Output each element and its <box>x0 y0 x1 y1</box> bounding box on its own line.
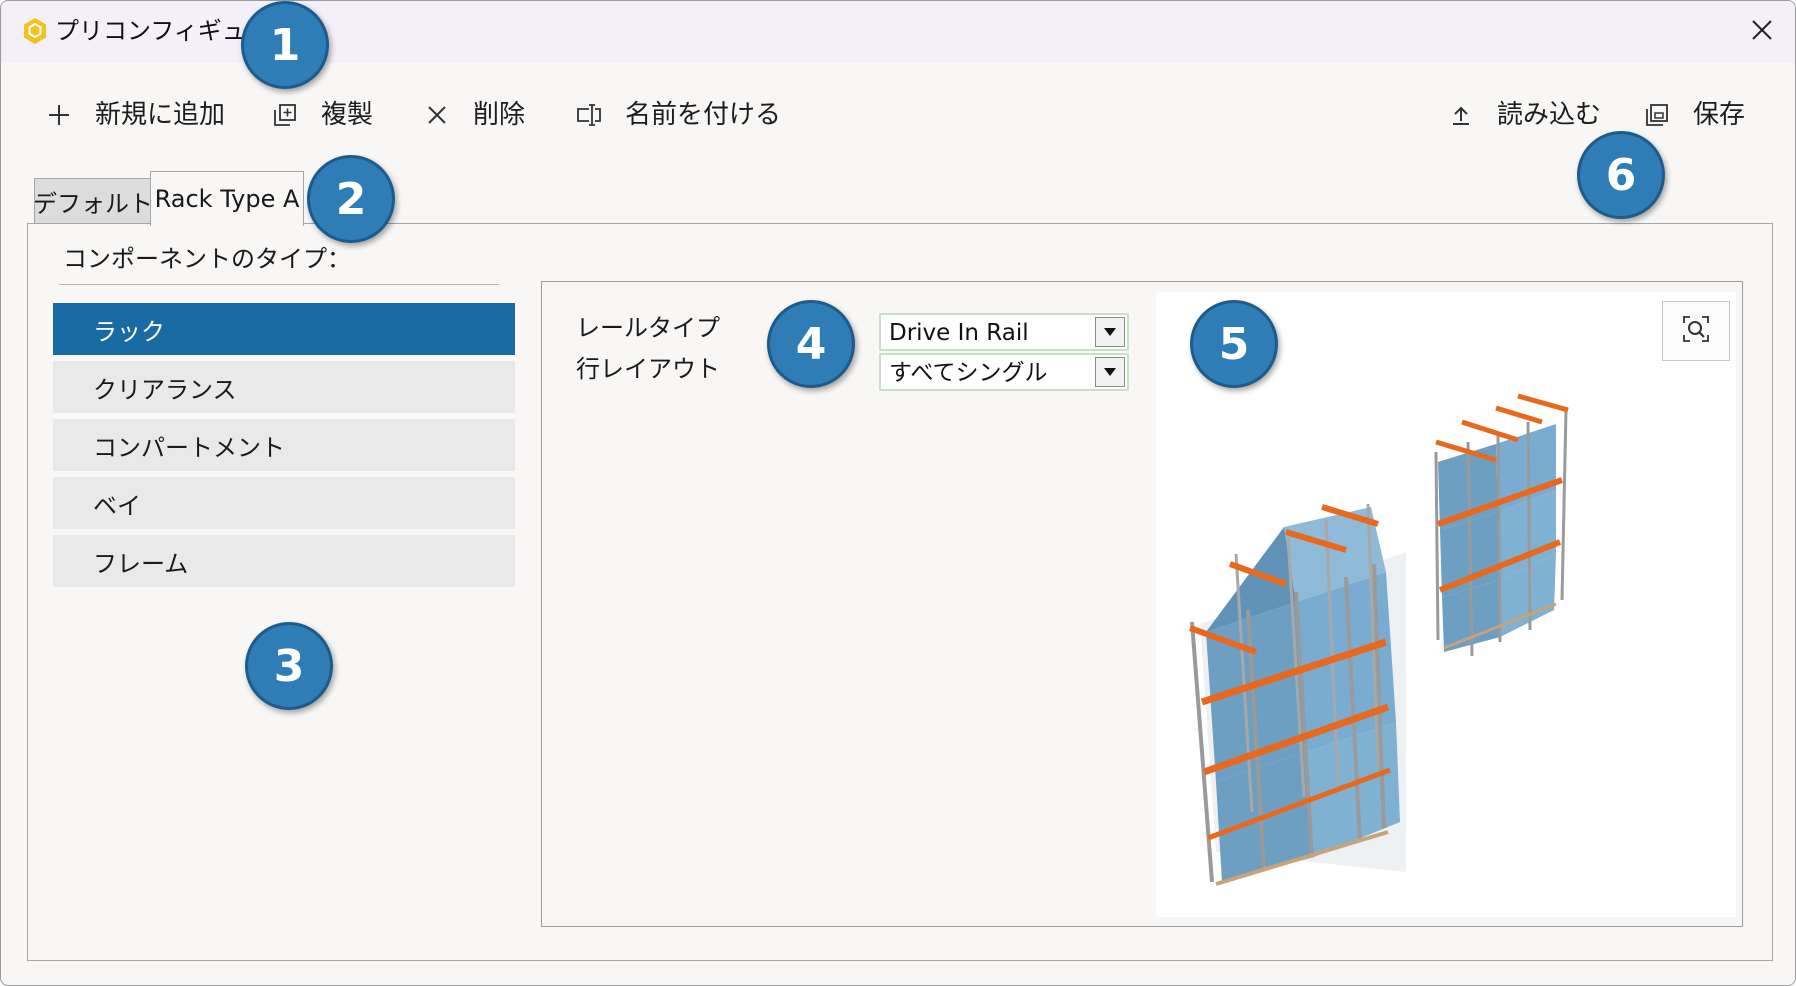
hexagon-logo-icon <box>21 17 49 45</box>
list-item-clearance[interactable]: クリアランス <box>53 361 515 413</box>
row-layout-label: 行レイアウト <box>576 355 720 383</box>
rail-type-dropdown[interactable]: Drive In Rail <box>879 313 1129 351</box>
callout-4: 4 <box>767 300 855 388</box>
rename-label: 名前を付ける <box>625 100 782 130</box>
callout-2: 2 <box>307 155 395 243</box>
tab-rack-type-a[interactable]: Rack Type A <box>150 171 304 226</box>
duplicate-label: 複製 <box>321 100 374 130</box>
duplicate-button[interactable]: 複製 <box>271 95 373 135</box>
rename-button[interactable]: 名前を付ける <box>575 95 781 135</box>
small-rack <box>1434 393 1569 657</box>
add-new-label: 新規に追加 <box>95 100 226 130</box>
upload-icon <box>1447 101 1475 129</box>
row-layout-dropdown[interactable]: すべてシングル <box>879 353 1129 391</box>
delete-button[interactable]: 削除 <box>423 95 525 135</box>
zoom-fit-icon <box>1681 314 1711 348</box>
zoom-fit-button[interactable] <box>1662 301 1730 361</box>
list-item-frame[interactable]: フレーム <box>53 535 515 587</box>
add-new-button[interactable]: 新規に追加 <box>45 95 225 135</box>
save-icon <box>1643 101 1671 129</box>
rename-icon <box>575 101 603 129</box>
callout-3: 3 <box>245 622 333 710</box>
save-label: 保存 <box>1693 100 1746 130</box>
list-item-bay[interactable]: ベイ <box>53 477 515 529</box>
divider <box>59 284 499 285</box>
duplicate-icon <box>271 101 299 129</box>
callout-5: 5 <box>1190 300 1278 388</box>
plus-icon <box>45 101 73 129</box>
chevron-down-icon[interactable] <box>1095 317 1125 347</box>
list-item-rack[interactable]: ラック <box>53 303 515 355</box>
load-button[interactable]: 読み込む <box>1447 95 1601 135</box>
close-button[interactable] <box>1743 13 1781 51</box>
close-icon <box>1751 19 1773 45</box>
rail-type-label: レールタイプ <box>576 314 720 342</box>
row-layout-value: すべてシングル <box>889 360 1048 386</box>
chevron-down-icon[interactable] <box>1095 357 1125 387</box>
save-button[interactable]: 保存 <box>1643 95 1745 135</box>
callout-6: 6 <box>1577 131 1665 219</box>
tab-default[interactable]: デフォルト <box>33 178 153 224</box>
x-icon <box>423 101 451 129</box>
preconfigurator-window: プリコンフィギュレータ 新規に追加 複製 削除 名前を付ける 読み込む 保存 デ… <box>0 0 1796 986</box>
list-item-compartment[interactable]: コンパートメント <box>53 419 515 471</box>
load-label: 読み込む <box>1497 100 1602 130</box>
large-rack <box>1188 503 1406 886</box>
delete-label: 削除 <box>473 100 526 130</box>
callout-1: 1 <box>241 1 329 89</box>
component-type-label: コンポーネントのタイプ： <box>63 245 351 273</box>
rail-type-value: Drive In Rail <box>889 320 1029 346</box>
